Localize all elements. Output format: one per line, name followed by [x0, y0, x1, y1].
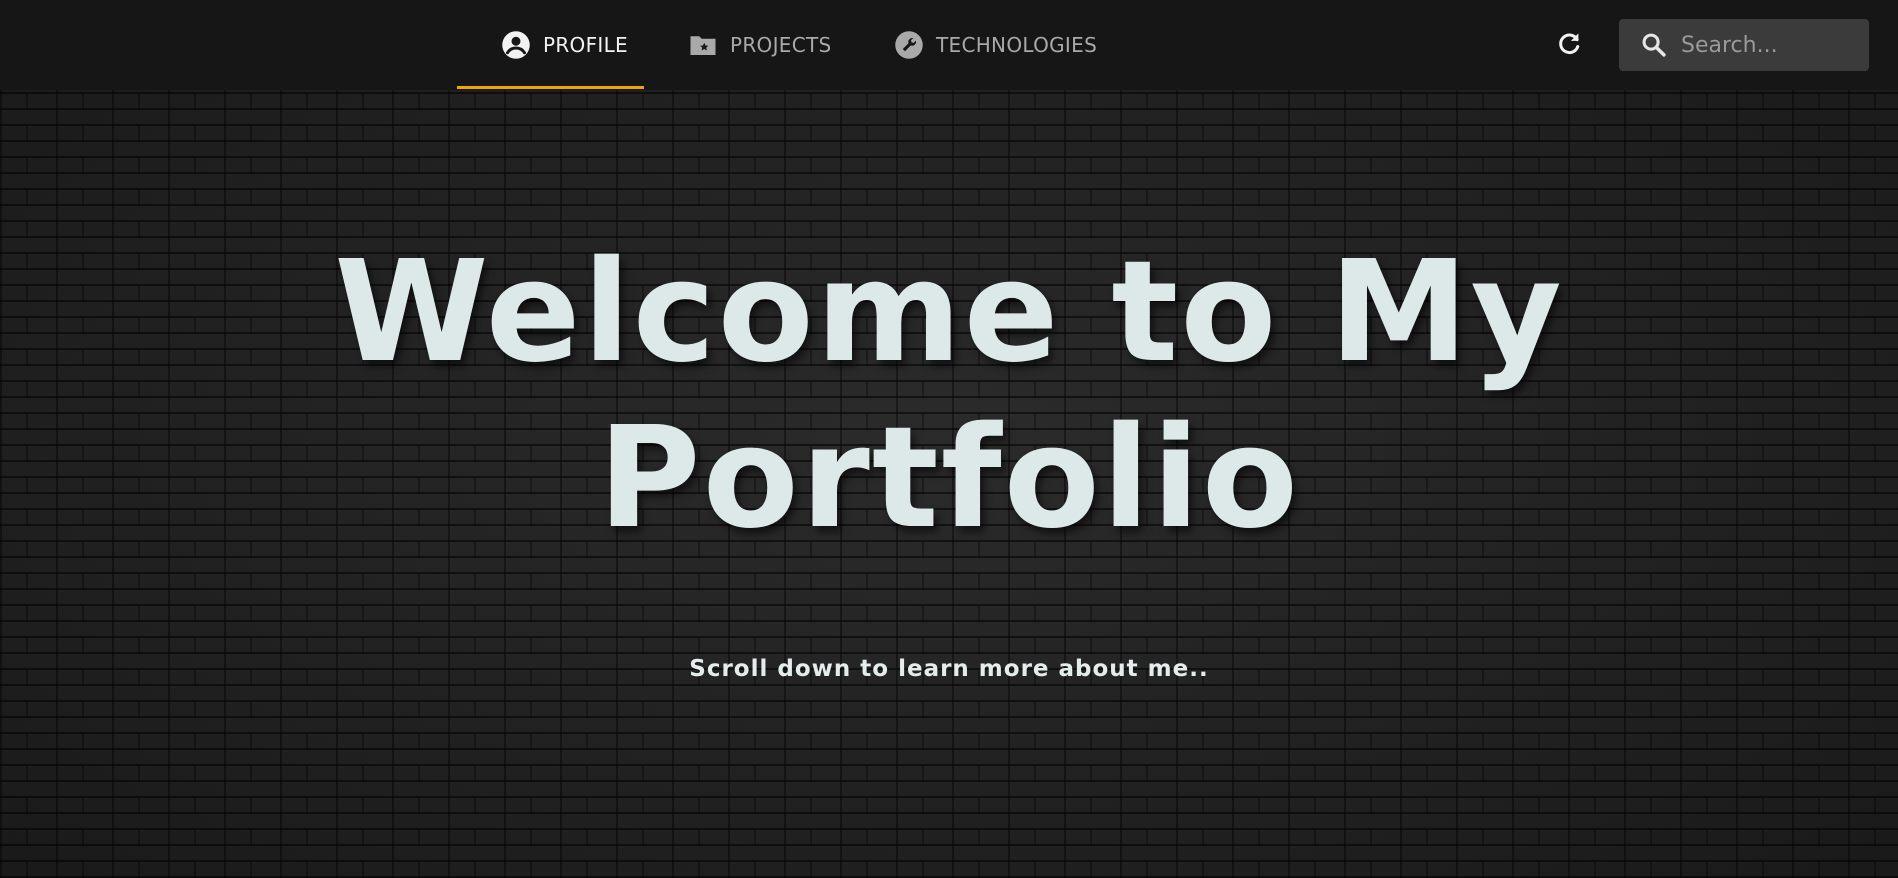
account-circle-icon [501, 30, 531, 60]
refresh-button[interactable] [1551, 28, 1587, 64]
tab-technologies[interactable]: TECHNOLOGIES [850, 0, 1141, 90]
search-icon [1639, 30, 1669, 60]
folder-star-icon [688, 30, 718, 60]
tab-profile-label: PROFILE [543, 33, 628, 57]
hero-title-line-2: Portfolio [597, 397, 1300, 560]
hero-section: Welcome to My Portfolio Scroll down to l… [0, 90, 1898, 878]
tab-profile[interactable]: PROFILE [457, 0, 644, 90]
tab-projects[interactable]: PROJECTS [644, 0, 876, 90]
hero-title: Welcome to My Portfolio [0, 230, 1898, 562]
search-box[interactable] [1619, 19, 1869, 71]
top-navbar: PROFILE PROJECTS TECHNOLOGIES [0, 0, 1898, 90]
tab-projects-label: PROJECTS [730, 33, 832, 57]
wrench-icon [894, 30, 924, 60]
search-input[interactable] [1679, 31, 1859, 59]
tab-technologies-label: TECHNOLOGIES [936, 33, 1098, 57]
refresh-icon [1554, 29, 1584, 63]
hero-title-line-1: Welcome to My [334, 231, 1564, 394]
hero-subtitle: Scroll down to learn more about me.. [689, 656, 1209, 682]
